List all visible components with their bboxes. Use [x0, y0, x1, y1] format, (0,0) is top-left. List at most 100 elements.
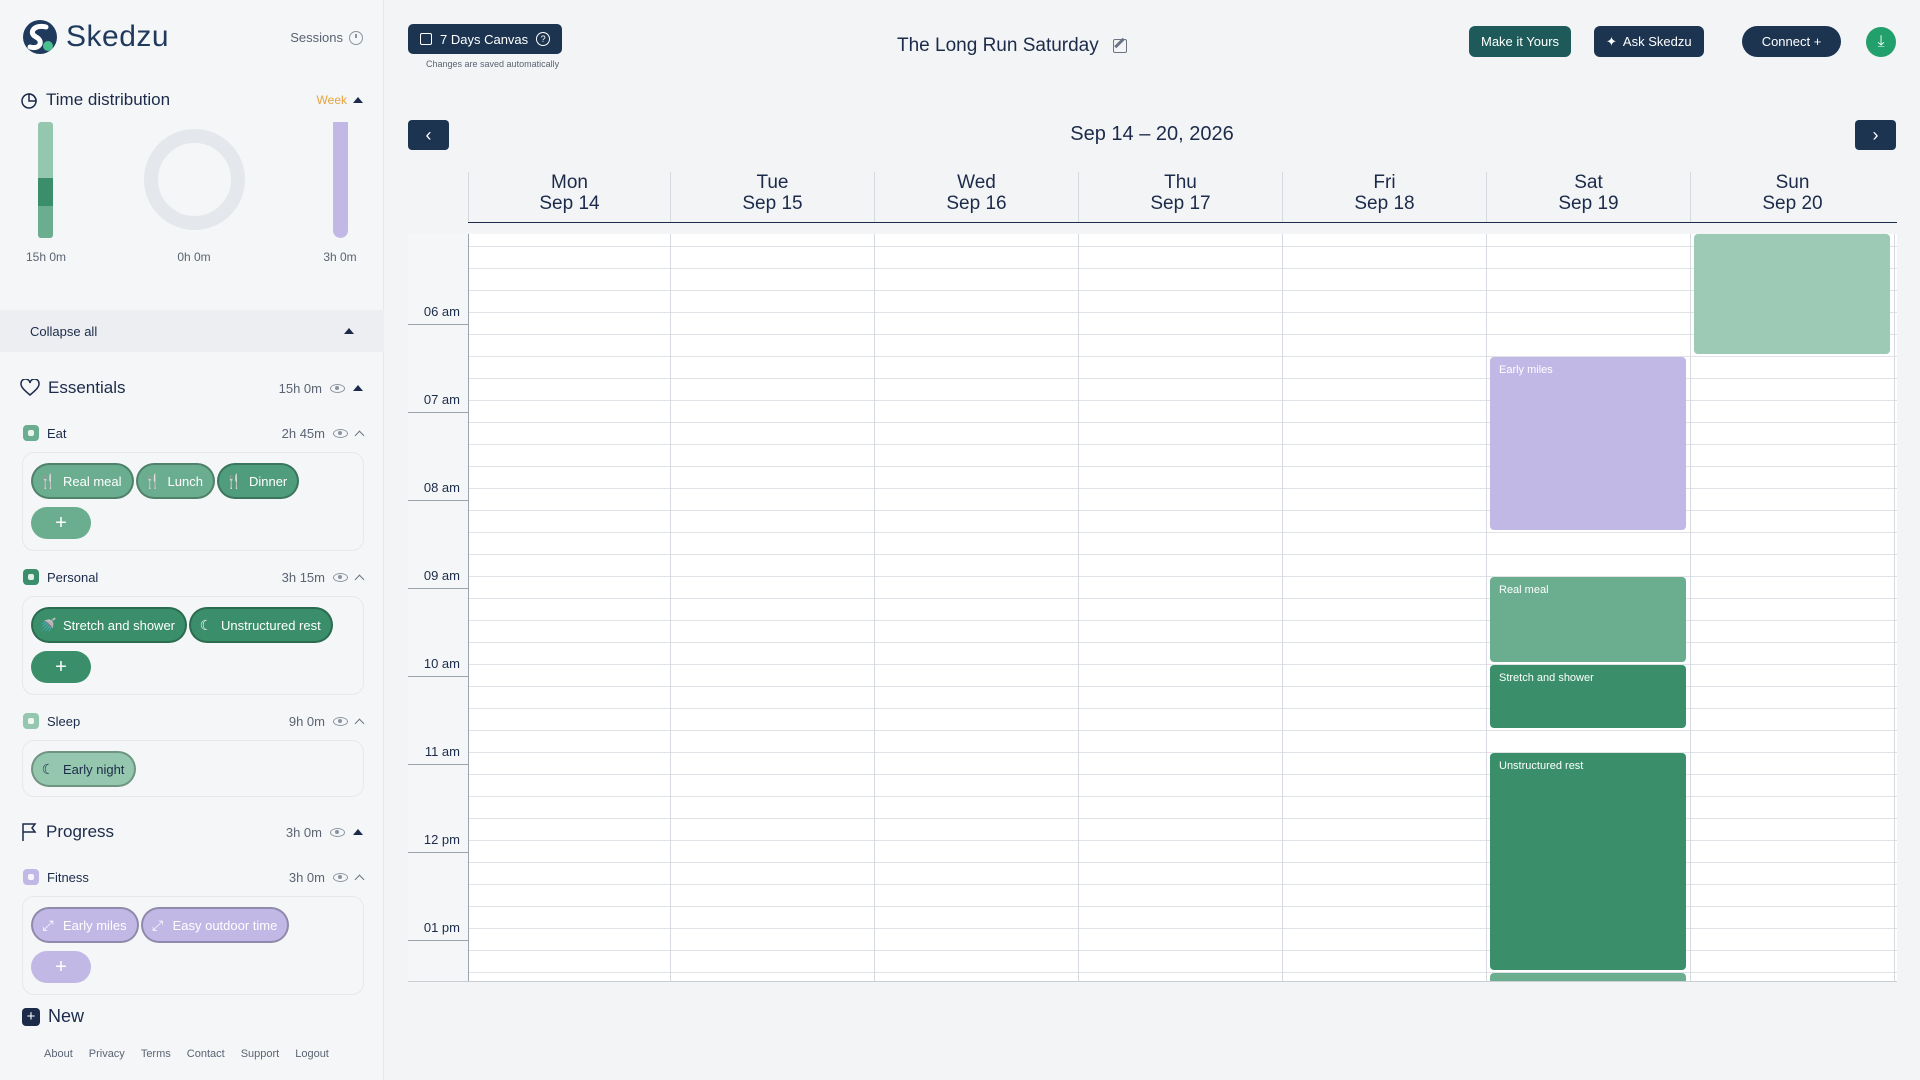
category-fitness[interactable]: Fitness 3h 0m [23, 867, 365, 887]
calendar-event[interactable]: Early miles [1490, 357, 1686, 530]
category-name: Personal [47, 569, 99, 585]
add-fitness-button[interactable]: + [31, 951, 91, 983]
date-range: Sep 14 – 20, 2026 [1070, 123, 1234, 145]
footer-link-terms[interactable]: Terms [141, 1048, 171, 1060]
progress-total-label: 3h 0m [323, 250, 357, 264]
essentials-total: 15h 0m [278, 380, 322, 396]
day-date: Sep 17 [1150, 193, 1211, 214]
footer-link-contact[interactable]: Contact [187, 1048, 225, 1060]
chip-easy-outdoor-time[interactable]: ⤢ Easy outdoor time [140, 907, 290, 943]
footer-links: About Privacy Terms Contact Support Logo… [44, 1048, 329, 1060]
eye-icon[interactable] [333, 872, 348, 882]
chevron-up-icon[interactable] [354, 718, 365, 728]
category-eat[interactable]: Eat 2h 45m [23, 423, 365, 443]
app-logo[interactable]: Skedzu [22, 18, 169, 56]
calendar-event[interactable]: Lunch [1490, 973, 1686, 981]
footer-link-about[interactable]: About [44, 1048, 73, 1060]
day-header-wed: Wed Sep 16 [874, 172, 1078, 222]
eye-icon[interactable] [333, 716, 348, 726]
chip-stretch-shower[interactable]: 🚿 Stretch and shower [31, 607, 188, 643]
chip-early-night[interactable]: ☾ Early night [31, 751, 137, 787]
category-color-icon [23, 713, 39, 729]
next-week-button[interactable]: › [1855, 120, 1896, 150]
chip-label: Real meal [63, 473, 122, 489]
chevron-up-icon[interactable] [354, 430, 365, 440]
eye-icon[interactable] [330, 383, 345, 393]
essentials-header[interactable]: Essentials 15h 0m [20, 376, 363, 400]
help-icon[interactable]: ? [536, 32, 551, 46]
category-personal[interactable]: Personal 3h 15m [23, 567, 365, 587]
fork-knife-icon: 🍴 [143, 472, 162, 489]
download-button[interactable]: ⤓ [1866, 27, 1896, 57]
category-color-icon [23, 425, 39, 441]
essentials-meta: 15h 0m [279, 381, 363, 396]
hour-divider [408, 324, 468, 325]
new-label: New [48, 1006, 85, 1026]
day-name: Sat [1574, 172, 1603, 193]
calendar-event[interactable] [1694, 234, 1890, 354]
heart-icon [20, 379, 40, 396]
connect-button[interactable]: Connect + [1742, 26, 1841, 57]
time-label: 07 am [408, 392, 460, 407]
caret-up-icon[interactable] [353, 385, 363, 391]
category-meta: 9h 0m [289, 714, 365, 729]
category-name: Eat [47, 425, 67, 441]
chevron-up-icon[interactable] [354, 574, 365, 584]
chip-unstructured-rest[interactable]: ☾ Unstructured rest [189, 607, 333, 643]
day-date: Sep 19 [1558, 193, 1619, 214]
canvas-selector-button[interactable]: 7 Days Canvas ? [408, 24, 563, 54]
document-title: The Long Run Saturday [897, 35, 1127, 57]
ask-skedzu-button[interactable]: ✦ Ask Skedzu [1594, 26, 1704, 57]
chip-real-meal[interactable]: 🍴 Real meal [31, 463, 134, 499]
calendar-event[interactable]: Stretch and shower [1490, 665, 1686, 728]
category-color-icon [23, 869, 39, 885]
essentials-total-label: 15h 0m [25, 250, 67, 264]
add-personal-button[interactable]: + [31, 651, 91, 683]
download-icon: ⤓ [1877, 33, 1885, 50]
eye-icon[interactable] [333, 428, 348, 438]
clock-icon [349, 30, 363, 45]
day-header-fri: Fri Sep 18 [1282, 172, 1486, 222]
footer-link-support[interactable]: Support [241, 1048, 280, 1060]
day-name: Thu [1164, 172, 1197, 193]
day-date: Sep 20 [1762, 193, 1823, 214]
day-name: Tue [756, 172, 789, 193]
autosave-note: Changes are saved automatically [426, 59, 560, 69]
time-label: 12 pm [408, 832, 460, 847]
edit-icon[interactable] [1112, 39, 1127, 53]
caret-up-icon[interactable] [353, 829, 363, 835]
expand-arrows-icon: ⤢ [151, 916, 164, 933]
chip-dinner[interactable]: 🍴 Dinner [216, 463, 300, 499]
chevron-up-icon[interactable] [354, 874, 365, 884]
category-total: 3h 15m [281, 569, 325, 585]
time-distribution-title: Time distribution [46, 90, 171, 109]
day-date: Sep 16 [946, 193, 1007, 214]
layout-icon [420, 33, 432, 45]
calendar-event[interactable]: Real meal [1490, 577, 1686, 662]
make-it-yours-button[interactable]: Make it Yours [1469, 26, 1572, 57]
period-toggle[interactable]: Week [317, 93, 363, 107]
time-distribution-header: Time distribution Week [20, 88, 363, 112]
fork-knife-icon: 🍴 [225, 472, 243, 489]
calendar-event[interactable]: Unstructured rest [1490, 753, 1686, 970]
new-category-button[interactable]: + New [22, 1006, 84, 1027]
sessions-button[interactable]: Sessions [290, 30, 363, 45]
progress-header[interactable]: Progress 3h 0m [20, 820, 363, 844]
chip-early-miles[interactable]: ⤢ Early miles [31, 907, 139, 943]
chip-label: Early miles [63, 917, 127, 933]
footer-link-logout[interactable]: Logout [295, 1048, 329, 1060]
moon-icon: ☾ [41, 760, 55, 777]
add-eat-button[interactable]: + [31, 507, 91, 539]
category-sleep[interactable]: Sleep 9h 0m [23, 711, 365, 731]
chip-lunch[interactable]: 🍴 Lunch [135, 463, 215, 499]
footer-link-privacy[interactable]: Privacy [89, 1048, 125, 1060]
day-date: Sep 14 [539, 193, 600, 214]
fork-knife-icon: 🍴 [39, 472, 57, 489]
calendar-grid[interactable]: 06 am 07 am 08 am 09 am 10 am 11 am 12 pm 01 pm… [408, 234, 1897, 982]
eye-icon[interactable] [330, 827, 345, 837]
collapse-all-toggle[interactable]: Collapse all [0, 310, 384, 352]
caret-up-icon [353, 97, 363, 103]
eye-icon[interactable] [333, 572, 348, 582]
sparkle-icon: ✦ [1606, 33, 1617, 49]
bar-segment [38, 178, 53, 206]
